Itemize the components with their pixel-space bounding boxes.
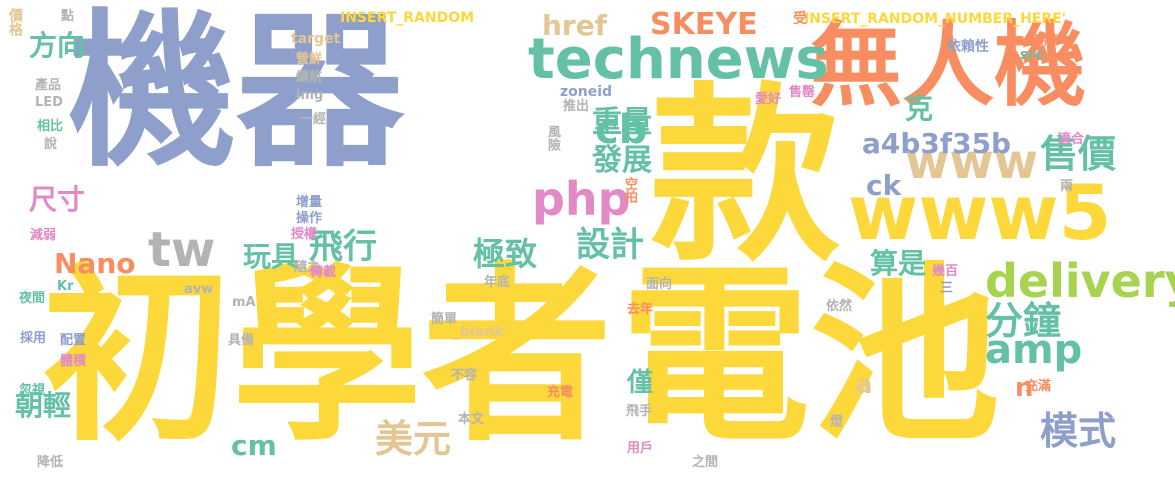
word-skeye: SKEYE <box>650 7 758 42</box>
word-cjk-65b9-5411: 方向 <box>29 29 86 62</box>
word-cjk-73a9-5177: 玩具 <box>243 240 300 273</box>
word-cm: cm <box>231 429 277 462</box>
word-cjk-50c5: 僅 <box>627 368 654 398</box>
word-cjk-4e4b-9593: 之間 <box>692 455 719 470</box>
word-cjk-4e09: 三 <box>940 281 954 296</box>
word-nano: Nano <box>54 247 136 280</box>
word-cjk-9ad4-7a4d: 體積 <box>60 354 87 369</box>
word-cjk-9069-5408: 適合 <box>1058 132 1085 147</box>
word-target: target <box>291 31 341 47</box>
word-cjk-64cd-4f5c: 操作 <box>296 211 323 226</box>
word-cjk-5c3a-5bf8: 尺寸 <box>29 183 86 216</box>
word-cjk-589e-91cf: 增量 <box>296 195 323 210</box>
word-cjk-521d-5b78-8005: 初學者 <box>42 246 613 467</box>
word-cjk-4f9d-8cf4-6027: 依賴性 <box>947 39 989 55</box>
word-cjk-98db-884c: 飛行 <box>309 227 377 267</box>
word-cjk-6a21-5f0f: 模式 <box>1040 409 1117 453</box>
word-cjk-672c-6587: 本文 <box>458 412 485 427</box>
word-cjk-591c-9593: 夜間 <box>19 291 46 306</box>
word-cjk-4e00-7d93: 一經 <box>300 112 327 127</box>
word-cjk-53bb-5e74: 去年 <box>627 302 654 317</box>
word-img: img <box>296 88 324 103</box>
word-cjk-7a7a-62cd: 空拍 <box>622 177 637 203</box>
word-cjk-5145-96fb: 充電 <box>547 385 574 400</box>
word-kr: Kr <box>57 279 74 294</box>
word-cjk-71df-9bae: 營鮮 <box>296 52 323 67</box>
word-cjk-6a5f-5668: 機器 <box>68 0 404 190</box>
word-cjk-98a8-96aa: 風險 <box>545 125 560 151</box>
word-cjk-767c-5c55: 發展 <box>592 143 652 178</box>
word-cjk-4f9d-7136: 依然 <box>826 299 853 314</box>
word-cjk-7b97-662f: 算是 <box>870 247 927 280</box>
word-cjk-63a8-51fa: 推出 <box>563 99 590 114</box>
word-tw: tw <box>148 222 216 278</box>
word-cjk-7522-54c1: 產品 <box>35 78 62 93</box>
word-avw: avw <box>184 282 214 297</box>
word-href: href <box>542 9 607 42</box>
word-a: a <box>855 370 873 400</box>
word-ma: mA <box>232 295 256 310</box>
word-cjk-91cd-91cf: 重量 <box>592 105 652 140</box>
word-php: php <box>532 172 631 226</box>
word-cjk-6975-81f4: 極致 <box>473 235 538 273</box>
word-cjk-5206-9418: 分鐘 <box>985 299 1062 343</box>
word-cjk-8a2d-8a08: 設計 <box>576 225 644 265</box>
word-cjk-514b: 克 <box>905 92 934 125</box>
word-cjk-5177-5099: 具備 <box>228 333 255 348</box>
word-cjk-719f-7df4: 熟練 <box>1030 33 1058 49</box>
word-cjk-63a1-7528: 採用 <box>20 331 47 346</box>
word-cjk-9ede: 點 <box>61 9 75 24</box>
word-cjk-50f9-683c: 價格 <box>7 8 23 36</box>
word-cjk-5145-6eff: 充滿 <box>1025 379 1052 394</box>
word-cjk-7f8e-5143: 美元 <box>375 417 452 461</box>
word-cjk-5e7e-767e: 幾百 <box>932 264 959 279</box>
word-a4b3f35b: a4b3f35b <box>862 127 1012 160</box>
word-cjk-964d-4f4e: 降低 <box>37 455 64 470</box>
word-cjk-71c8: 燈 <box>827 414 842 427</box>
word-delivery: delivery <box>985 254 1175 308</box>
word-cjk-611b-597d: 愛好 <box>755 92 782 107</box>
word-cjk-914d-7f6e: 配置 <box>60 333 87 348</box>
word-cjk-5e74-5e95: 年底 <box>484 275 511 290</box>
word-cjk-4e0d-5bb9: 不容 <box>451 368 478 383</box>
word-zoneid: zoneid <box>560 84 613 100</box>
word-ck: ck <box>866 169 902 202</box>
word-cjk-7e8c-822a: 續航 <box>296 70 323 85</box>
word-cjk-6e1b-5f31: 減弱 <box>30 228 57 243</box>
word-cjk-552e-7f44: 售罄 <box>789 85 816 100</box>
word-cjk-98db-624b: 飛手 <box>626 404 653 419</box>
word-cjk-7528-6236: 用戶 <box>627 441 654 456</box>
word-cjk-5169: 兩 <box>1060 179 1074 194</box>
word-cjk-8aaa: 說 <box>44 137 58 152</box>
word-src: src <box>1020 47 1044 63</box>
word-led: LED <box>35 95 63 110</box>
word-cjk-9762-5411: 面向 <box>646 277 673 292</box>
word-blank: _blank' <box>453 324 508 340</box>
word-cjk-53d7: 受 <box>793 11 807 27</box>
word-cjk-8f49-8f09: 轉載 <box>310 265 337 280</box>
word-insert-random: INSERT_RANDOM <box>340 10 475 26</box>
word-insert-random-number-here: INSERT_RANDOM_NUMBER_HERE' <box>804 11 1067 27</box>
word-cloud: 機器款初學者 電池 無人機 technews www5 www delivery php tw a… <box>0 0 1175 482</box>
word-cjk-5ffd-8996: 忽視 <box>19 383 46 398</box>
word-cjk-76f8-6bd4: 相比 <box>37 119 64 134</box>
word-cjk-6388-6b0a: 授權 <box>291 227 318 242</box>
